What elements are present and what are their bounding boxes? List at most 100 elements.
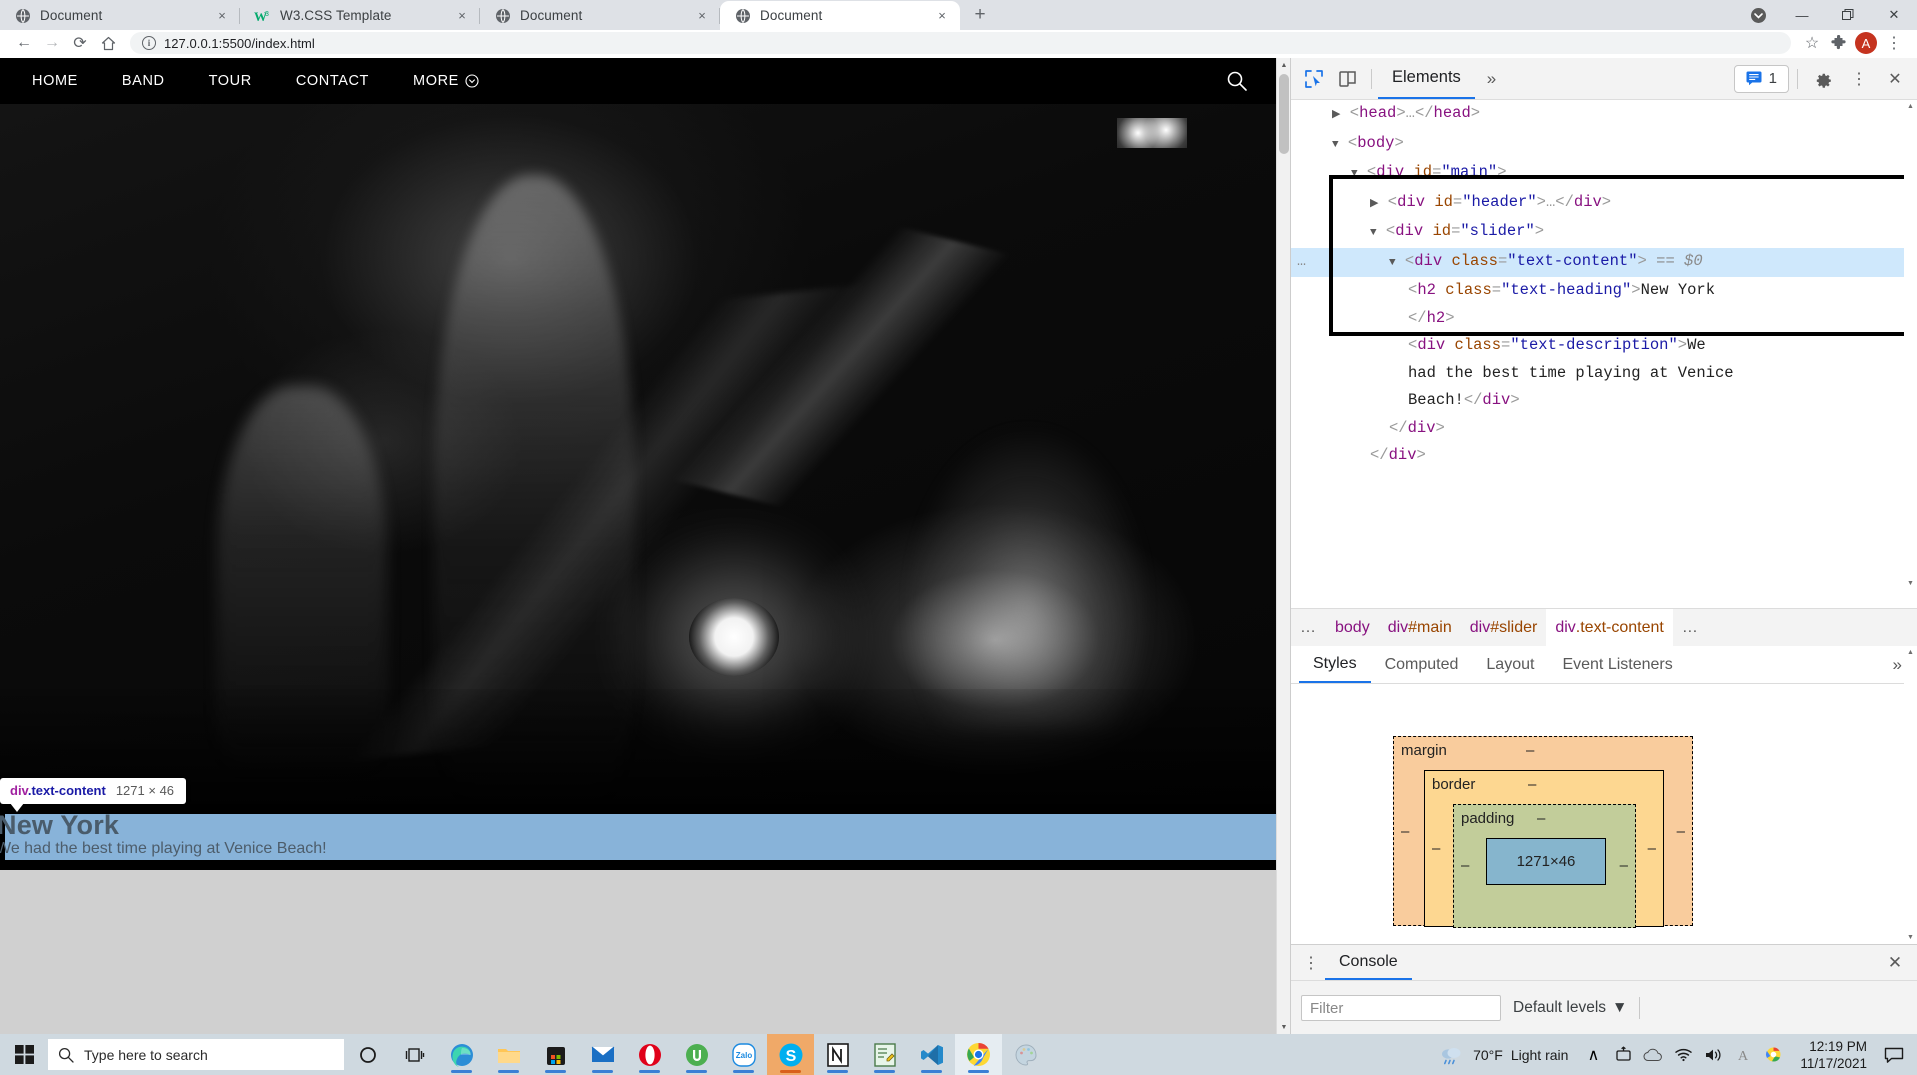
styles-pane-scrollbar[interactable]: ▲ ▼ <box>1904 646 1917 944</box>
tab-elements[interactable]: Elements <box>1378 58 1475 99</box>
border-value-right[interactable]: – <box>1648 840 1656 857</box>
page-scrollbar[interactable]: ▲ ▼ <box>1276 58 1290 1034</box>
box-model-margin[interactable]: margin – – – border – – – padding – – – … <box>1393 736 1693 928</box>
browser-tab-3[interactable]: Document × <box>480 1 720 30</box>
dom-node-row[interactable]: </div> <box>1291 415 1917 443</box>
dom-node-row[interactable]: <div class="text-description">We <box>1291 332 1917 360</box>
nav-item-more[interactable]: MORE <box>391 58 501 104</box>
console-kebab-menu-icon[interactable]: ⋮ <box>1297 949 1325 977</box>
dom-node-row[interactable]: ▶ <div id="header">…</div> <box>1291 189 1917 219</box>
microsoft-store-icon[interactable] <box>532 1034 579 1075</box>
paint-icon[interactable] <box>1002 1034 1049 1075</box>
border-value-left[interactable]: – <box>1432 840 1440 857</box>
bookmark-star-icon[interactable]: ☆ <box>1799 30 1825 56</box>
google-chrome-icon[interactable] <box>955 1034 1002 1075</box>
maximize-button[interactable] <box>1825 0 1871 30</box>
padding-value-top[interactable]: – <box>1537 810 1545 827</box>
back-button[interactable]: ← <box>10 30 38 56</box>
console-close-icon[interactable]: ✕ <box>1882 950 1908 976</box>
new-tab-button[interactable]: + <box>966 1 994 29</box>
opera-icon[interactable] <box>626 1034 673 1075</box>
file-explorer-icon[interactable] <box>485 1034 532 1075</box>
nav-item-home[interactable]: HOME <box>10 58 100 104</box>
browser-tab-1[interactable]: Document × <box>0 1 240 30</box>
volume-icon[interactable] <box>1698 1034 1728 1075</box>
margin-value-right[interactable]: – <box>1677 823 1685 840</box>
task-view-icon[interactable] <box>391 1034 438 1075</box>
notion-icon[interactable] <box>814 1034 861 1075</box>
tab-close-button[interactable]: × <box>452 6 472 26</box>
breadcrumb-item[interactable]: body <box>1326 609 1379 647</box>
minimize-button[interactable]: — <box>1779 0 1825 30</box>
tab-close-button[interactable]: × <box>692 6 712 26</box>
profile-avatar[interactable]: A <box>1855 32 1877 54</box>
box-model-padding[interactable]: padding – – – 1271×46 <box>1453 804 1636 928</box>
padding-value-right[interactable]: – <box>1620 857 1628 874</box>
page-scroll-thumb[interactable] <box>1279 74 1289 154</box>
tab-styles[interactable]: Styles <box>1299 646 1371 683</box>
padding-value-left[interactable]: – <box>1461 857 1469 874</box>
tab-console[interactable]: Console <box>1325 945 1412 980</box>
wifi-icon[interactable] <box>1668 1034 1698 1075</box>
mail-icon[interactable] <box>579 1034 626 1075</box>
text-content-block[interactable]: New York We had the best time playing at… <box>0 810 1276 860</box>
console-filter-input[interactable]: Filter <box>1301 995 1501 1021</box>
home-button[interactable] <box>94 30 122 56</box>
nav-item-contact[interactable]: CONTACT <box>274 58 391 104</box>
scroll-down-arrow-icon[interactable]: ▼ <box>1904 931 1917 944</box>
dom-tree[interactable]: ▶ <head>…</head> ▼ <body> ▼ <div id="main"… <box>1291 100 1917 590</box>
box-model-border[interactable]: border – – – padding – – – 1271×46 <box>1424 770 1664 928</box>
forward-button[interactable]: → <box>38 30 66 56</box>
scroll-down-arrow-icon[interactable]: ▼ <box>1277 1020 1290 1034</box>
scroll-down-arrow-icon[interactable]: ▼ <box>1904 577 1917 590</box>
tab-event-listeners[interactable]: Event Listeners <box>1548 646 1686 683</box>
dom-node-row[interactable]: ▼ <body> <box>1291 130 1917 160</box>
box-model-content[interactable]: 1271×46 <box>1486 838 1606 885</box>
dom-node-row[interactable]: </div> <box>1291 442 1917 470</box>
skype-icon[interactable]: S <box>767 1034 814 1075</box>
scroll-up-arrow-icon[interactable]: ▲ <box>1277 58 1290 72</box>
dom-row-menu-dots[interactable]: … <box>1297 248 1307 276</box>
dom-node-row[interactable]: <h2 class="text-heading">New York <box>1291 277 1917 305</box>
browser-tab-2[interactable]: W3 W3.CSS Template × <box>240 1 480 30</box>
tab-layout[interactable]: Layout <box>1472 646 1548 683</box>
breadcrumb-item[interactable]: … <box>1673 609 1708 647</box>
dom-node-row[interactable]: … ▼ <div class="text-content"> == $0 <box>1291 247 1917 277</box>
cortana-icon[interactable] <box>344 1034 391 1075</box>
zalo-icon[interactable]: Zalo <box>720 1034 767 1075</box>
vscode-icon[interactable] <box>908 1034 955 1075</box>
dom-node-row[interactable]: </h2> <box>1291 305 1917 333</box>
screen-share-icon[interactable] <box>1608 1034 1638 1075</box>
tray-overflow-caret-icon[interactable]: ∧ <box>1578 1034 1608 1075</box>
search-icon[interactable] <box>1226 70 1248 92</box>
language-icon[interactable]: A <box>1728 1034 1758 1075</box>
microsoft-edge-icon[interactable] <box>438 1034 485 1075</box>
dom-node-row[interactable]: had the best time playing at Venice <box>1291 360 1917 388</box>
dom-node-row[interactable]: Beach!</div> <box>1291 387 1917 415</box>
tab-computed[interactable]: Computed <box>1371 646 1473 683</box>
more-tabs-chevron-icon[interactable]: » <box>1475 62 1508 96</box>
chevron-down-circle-icon[interactable] <box>1743 0 1773 30</box>
cursor-select-icon[interactable] <box>1297 62 1331 96</box>
console-log-levels-dropdown[interactable]: Default levels ▼ <box>1513 999 1627 1017</box>
tab-close-button[interactable]: × <box>932 6 952 26</box>
onedrive-cloud-icon[interactable] <box>1638 1034 1668 1075</box>
dom-node-row[interactable]: ▼ <div id="slider"> <box>1291 218 1917 248</box>
issues-badge-button[interactable]: 1 <box>1733 64 1789 93</box>
device-toolbar-icon[interactable] <box>1331 62 1365 96</box>
breadcrumb-item[interactable]: … <box>1291 609 1326 647</box>
chrome-menu-icon[interactable]: ⋮ <box>1881 30 1907 56</box>
notepad-icon[interactable] <box>861 1034 908 1075</box>
weather-widget[interactable]: 70°F Light rain <box>1429 1034 1578 1075</box>
tab-close-button[interactable]: × <box>212 6 232 26</box>
extensions-puzzle-icon[interactable] <box>1825 30 1851 56</box>
nav-item-tour[interactable]: TOUR <box>187 58 274 104</box>
chrome-updates-icon[interactable] <box>1758 1034 1788 1075</box>
taskbar-search-box[interactable]: Type here to search <box>48 1039 344 1070</box>
breadcrumb-item[interactable]: div .text-content <box>1546 608 1673 647</box>
breadcrumb-item[interactable]: div #main <box>1379 609 1461 647</box>
dom-node-row[interactable]: ▼ <div id="main"> <box>1291 159 1917 189</box>
border-value-top[interactable]: – <box>1528 776 1536 793</box>
notification-icon[interactable] <box>1879 1034 1909 1075</box>
devtools-kebab-menu-icon[interactable]: ⋮ <box>1842 62 1876 96</box>
